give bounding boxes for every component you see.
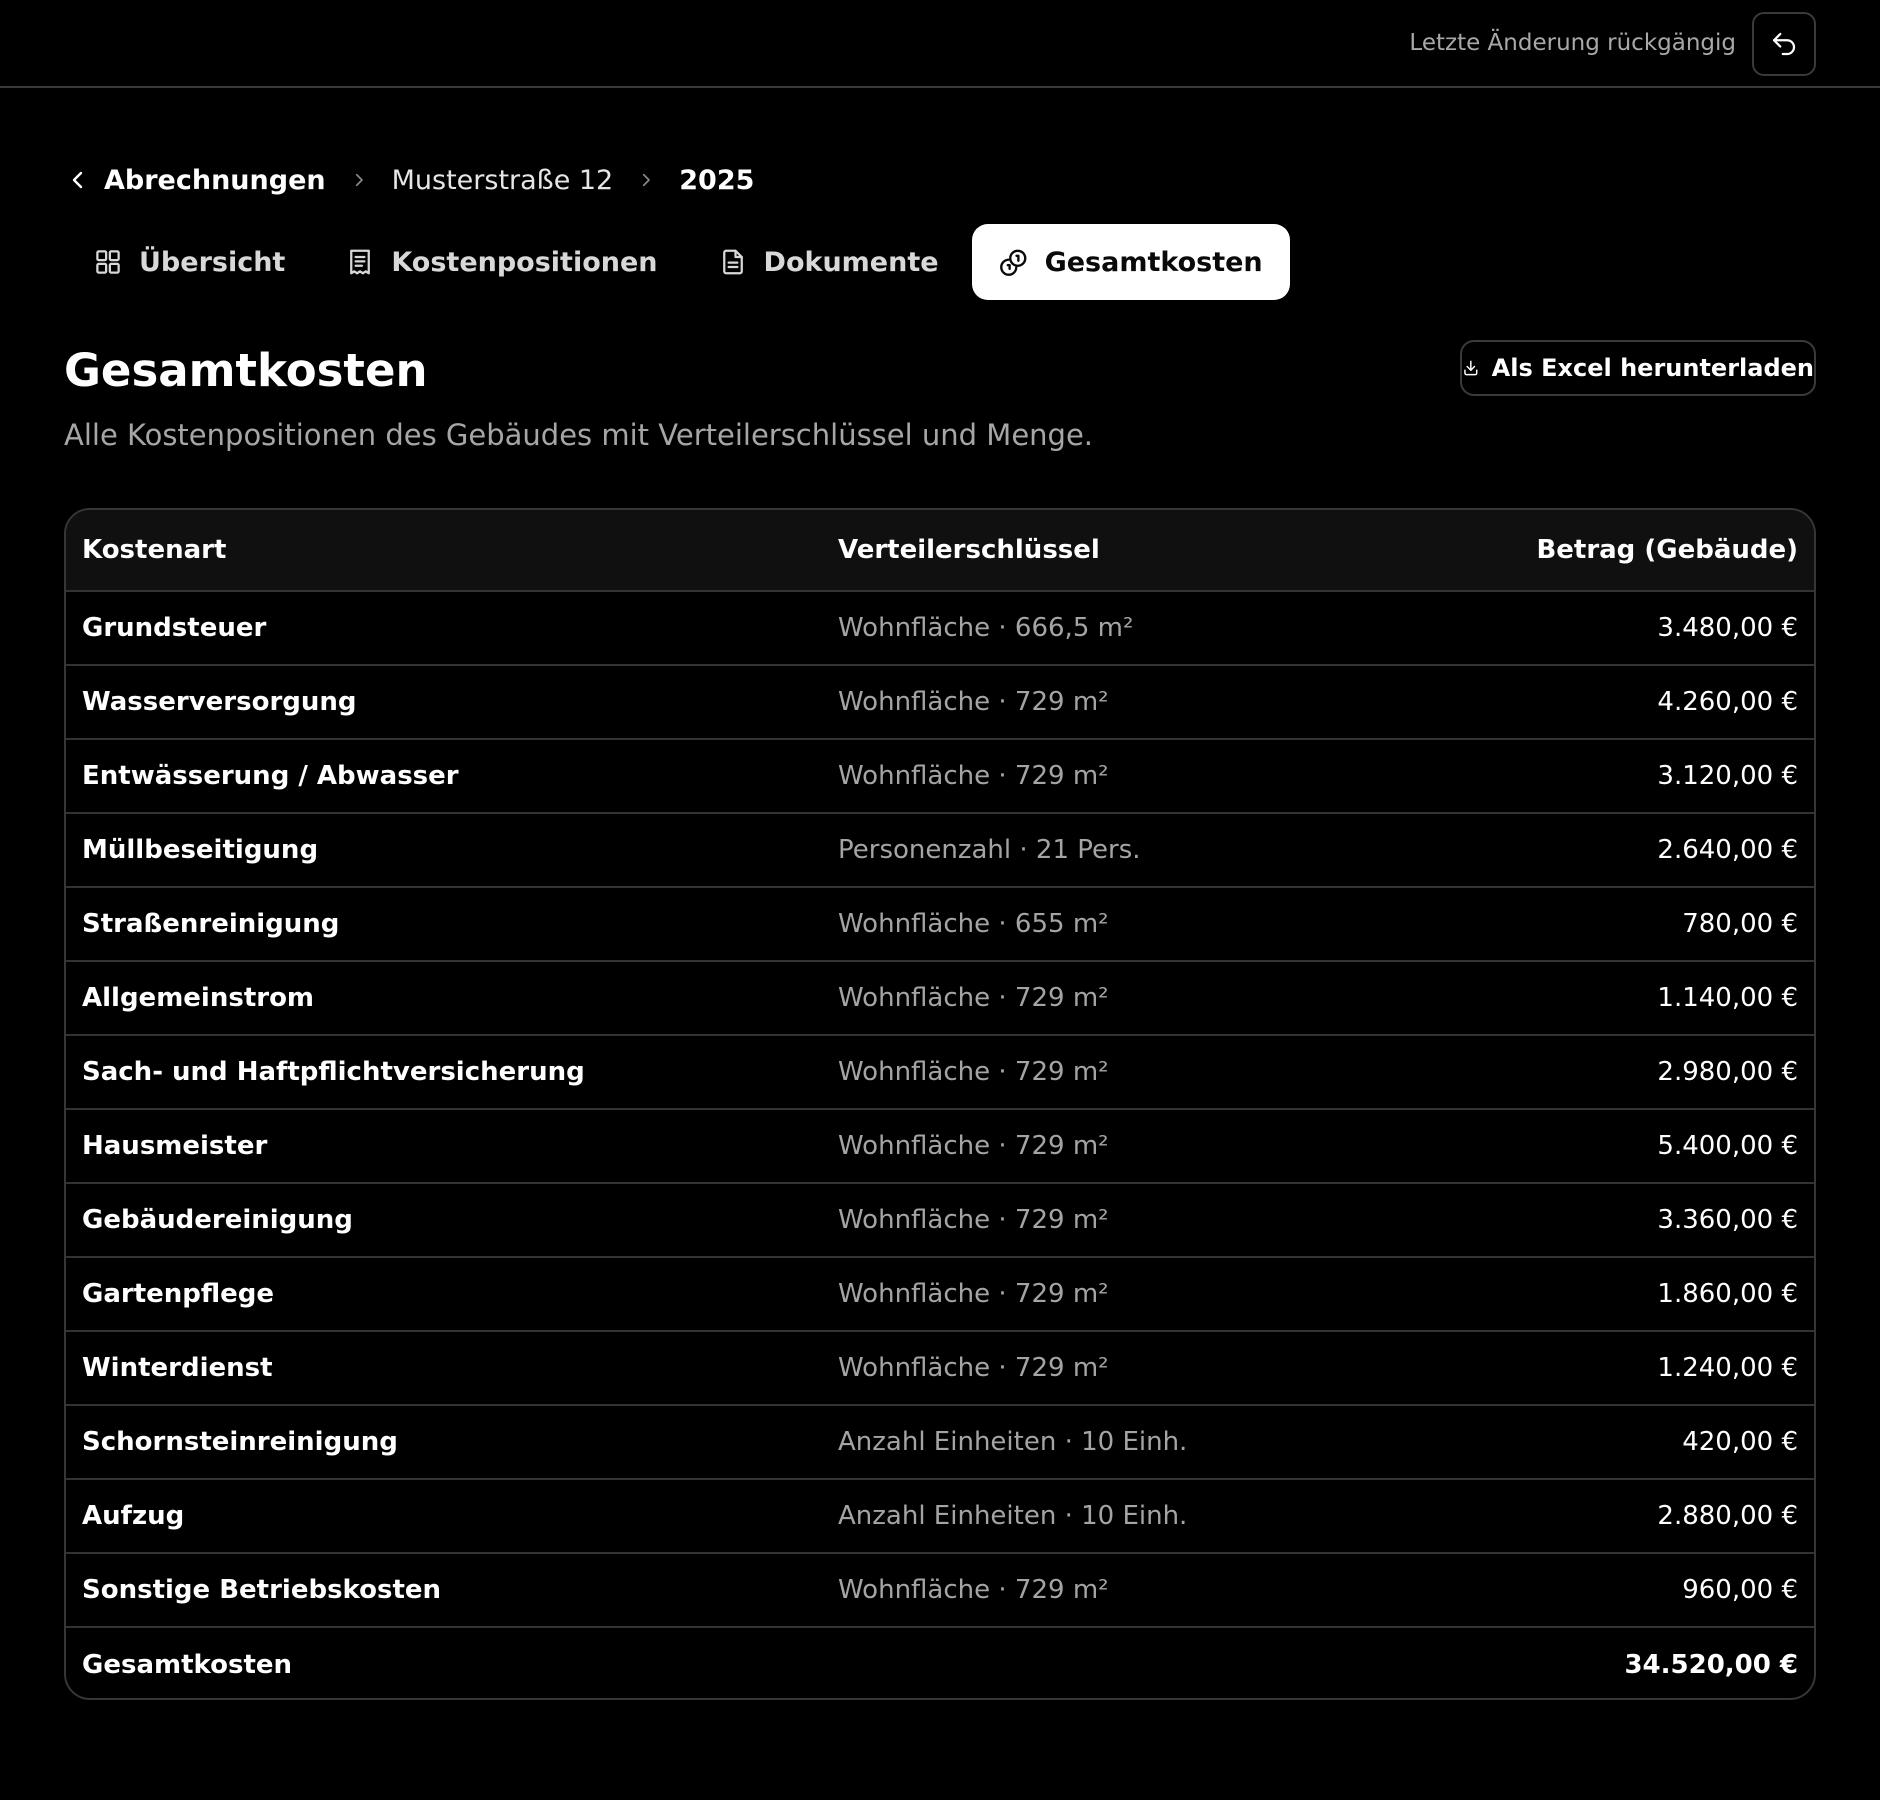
cell-kostenart: Schornsteinreinigung [82, 1427, 398, 1457]
cost-table: Kostenart Verteilerschlüssel Betrag (Geb… [64, 508, 1816, 1700]
cell-kostenart: Gebäudereinigung [82, 1205, 353, 1235]
breadcrumb-separator [637, 171, 655, 189]
undo-button[interactable] [1752, 12, 1816, 76]
cell-kostenart: Hausmeister [82, 1131, 268, 1161]
grid-icon [96, 250, 120, 274]
table-row[interactable]: Allgemeinstrom Wohnfläche · 729 m² 1.140… [66, 962, 1814, 1036]
table-row[interactable]: Gartenpflege Wohnfläche · 729 m² 1.860,0… [66, 1258, 1814, 1332]
undo-icon [1772, 32, 1796, 56]
table-row[interactable]: Winterdienst Wohnfläche · 729 m² 1.240,0… [66, 1332, 1814, 1406]
cell-kostenart: Aufzug [82, 1501, 185, 1531]
cell-betrag: 5.400,00 € [1657, 1131, 1798, 1161]
table-row[interactable]: Sach- und Haftpflichtversicherung Wohnfl… [66, 1036, 1814, 1110]
table-row[interactable]: Grundsteuer Wohnfläche · 666,5 m² 3.480,… [66, 592, 1814, 666]
cell-verteilerschluessel: Wohnfläche · 666,5 m² [838, 613, 1134, 643]
breadcrumb-year: 2025 [679, 164, 755, 196]
tab-label: Übersicht [139, 246, 286, 278]
column-header-betrag[interactable]: Betrag (Gebäude) [1536, 510, 1798, 590]
cell-betrag: 1.140,00 € [1657, 983, 1798, 1013]
cell-betrag: 4.260,00 € [1657, 687, 1798, 717]
cell-betrag: 960,00 € [1682, 1575, 1798, 1605]
cell-kostenart: Sonstige Betriebskosten [82, 1575, 442, 1605]
cell-betrag: 3.480,00 € [1657, 613, 1798, 643]
cell-kostenart: Gartenpflege [82, 1279, 275, 1309]
top-bar: Letzte Änderung rückgängig [0, 0, 1880, 88]
cell-verteilerschluessel: Wohnfläche · 655 m² [838, 909, 1109, 939]
breadcrumb-property[interactable]: Musterstraße 12 [392, 165, 614, 196]
table-row[interactable]: Aufzug Anzahl Einheiten · 10 Einh. 2.880… [66, 1480, 1814, 1554]
cell-kostenart: Winterdienst [82, 1353, 273, 1383]
document-icon [722, 249, 743, 275]
cell-betrag: 3.120,00 € [1657, 761, 1798, 791]
cell-verteilerschluessel: Wohnfläche · 729 m² [838, 1575, 1109, 1605]
tab-dokumente[interactable]: Dokumente [691, 224, 966, 300]
cell-betrag: 2.880,00 € [1657, 1501, 1798, 1531]
cell-verteilerschluessel: Wohnfläche · 729 m² [838, 983, 1109, 1013]
cell-betrag: 2.980,00 € [1657, 1057, 1798, 1087]
coins-icon [999, 249, 1026, 276]
table-row[interactable]: Müllbeseitigung Personenzahl · 21 Pers. … [66, 814, 1814, 888]
cell-verteilerschluessel: Wohnfläche · 729 m² [838, 1279, 1109, 1309]
table-row[interactable]: Sonstige Betriebskosten Wohnfläche · 729… [66, 1554, 1814, 1628]
tab-label: Dokumente [763, 246, 939, 278]
tab-kostenpositionen[interactable]: Kostenpositionen [318, 224, 684, 300]
breadcrumb-back-link[interactable]: Abrechnungen [66, 165, 326, 196]
table-row[interactable]: Hausmeister Wohnfläche · 729 m² 5.400,00… [66, 1110, 1814, 1184]
cell-verteilerschluessel: Wohnfläche · 729 m² [838, 1131, 1109, 1161]
tab-bar: Übersicht Kostenpositionen Dokumente Ges… [66, 224, 1290, 300]
cell-betrag: 2.640,00 € [1657, 835, 1798, 865]
cell-betrag: 420,00 € [1682, 1427, 1798, 1457]
cell-betrag: 780,00 € [1682, 909, 1798, 939]
tab-label: Kostenpositionen [391, 246, 658, 278]
tab-gesamtkosten[interactable]: Gesamtkosten [971, 224, 1290, 300]
cell-kostenart: Straßenreinigung [82, 909, 340, 939]
cell-verteilerschluessel: Wohnfläche · 729 m² [838, 1353, 1109, 1383]
chevron-right-icon [643, 173, 651, 187]
cell-kostenart: Sach- und Haftpflichtversicherung [82, 1057, 585, 1087]
tab-uebersicht[interactable]: Übersicht [66, 224, 312, 300]
cell-verteilerschluessel: Anzahl Einheiten · 10 Einh. [838, 1501, 1188, 1531]
cell-kostenart: Allgemeinstrom [82, 983, 315, 1013]
receipt-icon [350, 249, 371, 275]
column-header-verteilerschluessel[interactable]: Verteilerschlüssel [838, 510, 1100, 590]
total-betrag: 34.520,00 € [1624, 1650, 1798, 1680]
chevron-right-icon [355, 173, 363, 187]
cell-betrag: 3.360,00 € [1657, 1205, 1798, 1235]
undo-label: Letzte Änderung rückgängig [1409, 30, 1736, 56]
page-title: Gesamtkosten [64, 344, 428, 397]
table-row[interactable]: Gebäudereinigung Wohnfläche · 729 m² 3.3… [66, 1184, 1814, 1258]
breadcrumb-abrechnungen: Abrechnungen [104, 164, 326, 196]
cell-verteilerschluessel: Wohnfläche · 729 m² [838, 1205, 1109, 1235]
total-label: Gesamtkosten [82, 1650, 293, 1680]
column-header-kostenart[interactable]: Kostenart [82, 510, 226, 590]
download-excel-button[interactable]: Als Excel herunterladen [1460, 340, 1816, 396]
cell-verteilerschluessel: Anzahl Einheiten · 10 Einh. [838, 1427, 1188, 1457]
table-row[interactable]: Entwässerung / Abwasser Wohnfläche · 729… [66, 740, 1814, 814]
table-row[interactable]: Schornsteinreinigung Anzahl Einheiten · … [66, 1406, 1814, 1480]
breadcrumb-separator [350, 171, 368, 189]
page-subtitle: Alle Kostenpositionen des Gebäudes mit V… [64, 418, 1094, 452]
cell-betrag: 1.860,00 € [1657, 1279, 1798, 1309]
download-icon [1464, 360, 1478, 376]
cell-verteilerschluessel: Wohnfläche · 729 m² [838, 687, 1109, 717]
table-row[interactable]: Straßenreinigung Wohnfläche · 655 m² 780… [66, 888, 1814, 962]
cell-verteilerschluessel: Wohnfläche · 729 m² [838, 1057, 1109, 1087]
table-row[interactable]: Wasserversorgung Wohnfläche · 729 m² 4.2… [66, 666, 1814, 740]
cell-betrag: 1.240,00 € [1657, 1353, 1798, 1383]
cell-verteilerschluessel: Personenzahl · 21 Pers. [838, 835, 1141, 865]
breadcrumb: Abrechnungen Musterstraße 12 2025 [66, 160, 754, 200]
download-excel-label: Als Excel herunterladen [1491, 354, 1814, 382]
cell-kostenart: Müllbeseitigung [82, 835, 319, 865]
tab-label: Gesamtkosten [1044, 246, 1263, 278]
cell-kostenart: Wasserversorgung [82, 687, 357, 717]
table-total-row: Gesamtkosten 34.520,00 € [66, 1628, 1814, 1698]
table-header: Kostenart Verteilerschlüssel Betrag (Geb… [66, 510, 1814, 592]
cell-kostenart: Entwässerung / Abwasser [82, 761, 459, 791]
chevron-left-icon [72, 171, 83, 189]
cell-verteilerschluessel: Wohnfläche · 729 m² [838, 761, 1109, 791]
cell-kostenart: Grundsteuer [82, 613, 267, 643]
